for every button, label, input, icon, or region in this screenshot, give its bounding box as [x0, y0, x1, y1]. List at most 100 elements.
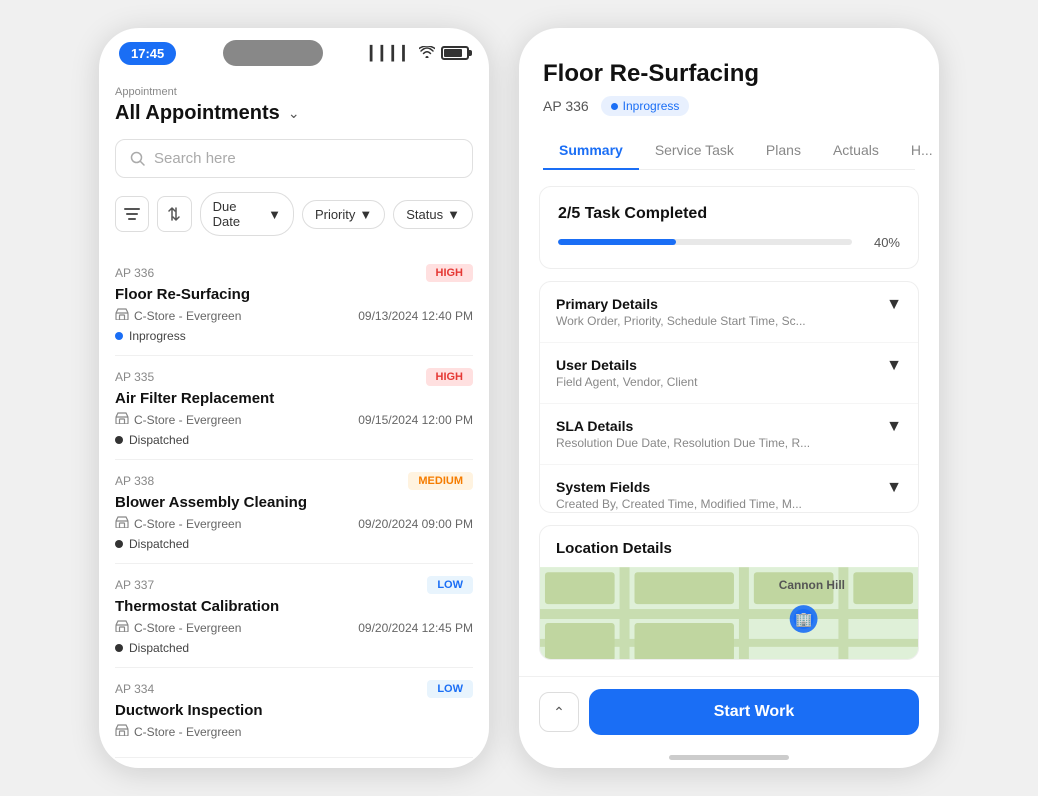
status-row: Dispatched: [115, 537, 473, 551]
appt-store: C-Store - Evergreen: [115, 516, 241, 531]
appointment-title-row[interactable]: All Appointments ⌄: [115, 102, 473, 125]
appt-date: 09/15/2024 12:00 PM: [358, 413, 473, 427]
inprogress-dot: [611, 103, 618, 110]
status-label: Dispatched: [129, 641, 189, 655]
appt-top-row: AP 337 LOW: [115, 576, 473, 594]
status-filter[interactable]: Status ▼: [393, 200, 473, 229]
tab-summary[interactable]: Summary: [543, 132, 639, 170]
map-placeholder: Cannon Hill 🏢: [540, 567, 918, 660]
inprogress-badge: Inprogress: [601, 96, 690, 116]
appt-date: 09/20/2024 12:45 PM: [358, 621, 473, 635]
status-dot: [115, 436, 123, 444]
progress-row: 40%: [558, 235, 900, 250]
store-icon: [115, 412, 129, 427]
appt-name: Thermostat Calibration: [115, 598, 473, 615]
start-work-button[interactable]: Start Work: [589, 689, 919, 735]
chevron-down-icon: ▼: [886, 479, 902, 497]
detail-left: SLA Details Resolution Due Date, Resolut…: [556, 418, 878, 450]
tab-plans[interactable]: Plans: [750, 132, 817, 170]
status-label: Status: [406, 207, 443, 222]
status-chevron: ▼: [447, 207, 460, 222]
store-icon: [115, 620, 129, 635]
appt-store: C-Store - Evergreen: [115, 412, 241, 427]
signal-icon: ▎▎▎▎: [370, 45, 413, 62]
tab-service-task[interactable]: Service Task: [639, 132, 750, 170]
progress-bar-fill: [558, 239, 676, 245]
location-title: Location Details: [540, 526, 918, 567]
search-box[interactable]: Search here: [115, 139, 473, 178]
appointment-card[interactable]: AP 334 LOW Ductwork Inspection C-Store -…: [115, 668, 473, 758]
status-icons: ▎▎▎▎: [370, 45, 469, 62]
appt-id: AP 337: [115, 578, 154, 592]
store-name: C-Store - Evergreen: [134, 725, 241, 739]
priority-badge: HIGH: [426, 368, 474, 386]
inprogress-label: Inprogress: [623, 99, 680, 113]
priority-filter[interactable]: Priority ▼: [302, 200, 385, 229]
appt-meta: C-Store - Evergreen: [115, 724, 473, 739]
detail-left: System Fields Created By, Created Time, …: [556, 479, 878, 511]
priority-badge: HIGH: [426, 264, 474, 282]
search-placeholder: Search here: [154, 150, 236, 167]
panel-ap-number: AP 336: [543, 98, 589, 114]
status-row: Inprogress: [115, 329, 473, 343]
appt-id: AP 338: [115, 474, 154, 488]
appt-name: Ductwork Inspection: [115, 702, 473, 719]
filter-button[interactable]: [115, 196, 149, 232]
collapse-button[interactable]: ⌃: [539, 692, 579, 732]
progress-bar: [558, 239, 852, 245]
progress-percentage: 40%: [864, 235, 900, 250]
svg-text:🏢: 🏢: [795, 610, 812, 627]
chevron-down-icon: ▼: [886, 296, 902, 314]
appt-top-row: AP 334 LOW: [115, 680, 473, 698]
detail-sub: Created By, Created Time, Modified Time,…: [556, 497, 878, 511]
appointment-title: All Appointments: [115, 102, 280, 125]
priority-label: Priority: [315, 207, 355, 222]
battery-icon: [441, 46, 469, 60]
appt-id: AP 334: [115, 682, 154, 696]
appt-top-row: AP 336 HIGH: [115, 264, 473, 282]
detail-sub: Field Agent, Vendor, Client: [556, 375, 878, 389]
store-name: C-Store - Evergreen: [134, 621, 241, 635]
due-date-filter[interactable]: Due Date ▼: [200, 192, 294, 236]
dynamic-island: [223, 40, 323, 66]
store-icon: [115, 724, 129, 739]
tab-h...[interactable]: H...: [895, 132, 939, 170]
appt-meta: C-Store - Evergreen 09/20/2024 12:45 PM: [115, 620, 473, 635]
store-name: C-Store - Evergreen: [134, 413, 241, 427]
appt-id: AP 335: [115, 370, 154, 384]
left-phone: 17:45 ▎▎▎▎ Appointment All Appointments …: [99, 28, 489, 768]
filter-icon: [124, 208, 140, 220]
detail-row[interactable]: System Fields Created By, Created Time, …: [540, 465, 918, 513]
appointment-card[interactable]: AP 337 LOW Thermostat Calibration C-Stor…: [115, 564, 473, 668]
appt-store: C-Store - Evergreen: [115, 620, 241, 635]
appt-top-row: AP 335 HIGH: [115, 368, 473, 386]
priority-badge: LOW: [427, 680, 473, 698]
status-bar: 17:45 ▎▎▎▎: [99, 28, 489, 74]
map-svg: Cannon Hill 🏢: [540, 567, 918, 660]
task-count-text: 2/5 Task Completed: [558, 205, 900, 223]
due-date-label: Due Date: [213, 199, 264, 229]
filter-row: Due Date ▼ Priority ▼ Status ▼: [115, 192, 473, 236]
appointments-list: AP 336 HIGH Floor Re-Surfacing C-Store -…: [115, 252, 473, 766]
chevron-down-icon: ▼: [886, 418, 902, 436]
tab-actuals[interactable]: Actuals: [817, 132, 895, 170]
store-icon: [115, 516, 129, 531]
appointment-card[interactable]: AP 336 HIGH Floor Re-Surfacing C-Store -…: [115, 252, 473, 356]
search-icon: [130, 151, 146, 167]
store-name: C-Store - Evergreen: [134, 309, 241, 323]
detail-title: Primary Details: [556, 296, 878, 312]
chevron-down-icon: ⌄: [288, 105, 300, 122]
status-row: Dispatched: [115, 641, 473, 655]
status-label: Inprogress: [129, 329, 186, 343]
detail-title: User Details: [556, 357, 878, 373]
detail-row[interactable]: User Details Field Agent, Vendor, Client…: [540, 343, 918, 404]
appointment-card[interactable]: AP 335 HIGH Air Filter Replacement C-Sto…: [115, 356, 473, 460]
sort-button[interactable]: [157, 196, 191, 232]
appointment-card[interactable]: AP 338 MEDIUM Blower Assembly Cleaning C…: [115, 460, 473, 564]
home-indicator: [669, 755, 789, 760]
detail-row[interactable]: SLA Details Resolution Due Date, Resolut…: [540, 404, 918, 465]
detail-title: System Fields: [556, 479, 878, 495]
detail-row[interactable]: Primary Details Work Order, Priority, Sc…: [540, 282, 918, 343]
detail-left: Primary Details Work Order, Priority, Sc…: [556, 296, 878, 328]
appt-meta: C-Store - Evergreen 09/15/2024 12:00 PM: [115, 412, 473, 427]
